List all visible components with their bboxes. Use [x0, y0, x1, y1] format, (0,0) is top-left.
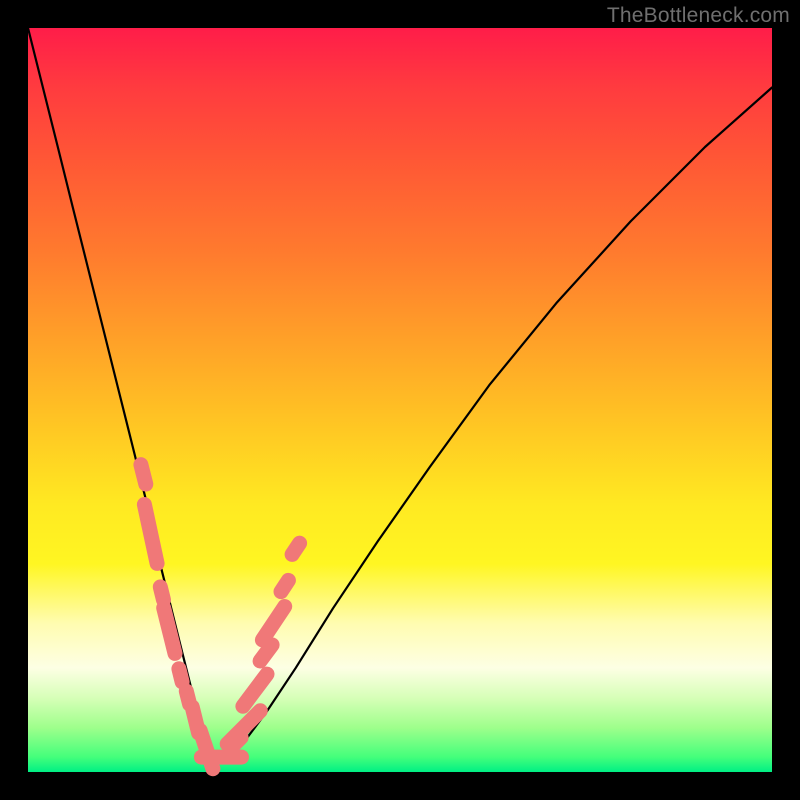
marker-capsule [179, 669, 182, 682]
marker-capsule [243, 674, 267, 706]
marker-capsule [141, 465, 146, 484]
marker-capsule [281, 580, 288, 591]
chart-frame: TheBottleneck.com [0, 0, 800, 800]
watermark-text: TheBottleneck.com [607, 4, 790, 28]
plot-area [28, 28, 772, 772]
chart-svg [28, 28, 772, 772]
marker-capsule [292, 543, 300, 554]
marker-capsule [144, 505, 157, 564]
marker-capsule [160, 587, 163, 600]
bottleneck-curve [28, 28, 772, 757]
marker-layer [141, 465, 300, 769]
marker-capsule [262, 607, 284, 640]
